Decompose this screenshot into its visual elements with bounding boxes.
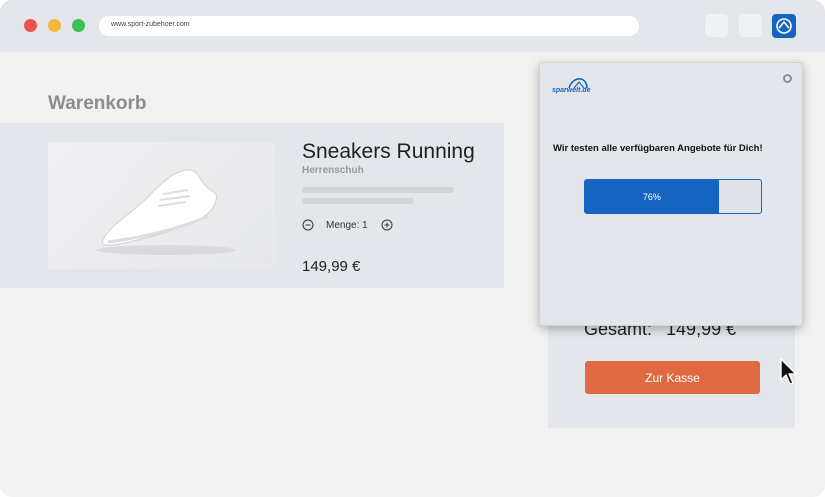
product-subtitle: Herrenschuh	[302, 165, 364, 176]
product-name[interactable]: Sneakers Running	[302, 140, 475, 164]
placeholder-line	[302, 187, 454, 193]
progress-bar: 76%	[584, 179, 762, 214]
close-window-button[interactable]	[24, 19, 37, 32]
page-title: Warenkorb	[48, 93, 147, 114]
minus-circle-icon[interactable]	[302, 219, 314, 231]
minimize-window-button[interactable]	[48, 19, 61, 32]
url-text: www.sport-zubehoer.com	[111, 21, 190, 28]
product-price: 149,99 €	[302, 258, 361, 275]
toolbar-button-2[interactable]	[739, 14, 762, 37]
quantity-label: Menge: 1	[326, 220, 368, 231]
extension-popup: sparwelt.de Wir testen alle verfügbaren …	[539, 62, 803, 326]
extension-button[interactable]	[772, 14, 796, 38]
browser-toolbar: www.sport-zubehoer.com	[0, 0, 825, 52]
browser-window: www.sport-zubehoer.com Warenkorb Sneaker…	[0, 0, 825, 497]
progress-label: 76%	[642, 191, 661, 202]
close-icon[interactable]	[783, 74, 792, 83]
plus-circle-icon[interactable]	[381, 219, 393, 231]
brand-name: sparwelt.de	[552, 87, 591, 94]
toolbar-button-1[interactable]	[705, 14, 728, 37]
mouse-cursor-icon	[780, 358, 797, 385]
sparwelt-logo-icon	[776, 18, 792, 34]
progress-fill: 76%	[585, 180, 719, 213]
sneaker-product-image	[48, 142, 275, 269]
address-bar[interactable]: www.sport-zubehoer.com	[99, 16, 639, 36]
checkout-button[interactable]: Zur Kasse	[585, 361, 760, 394]
popup-message: Wir testen alle verfügbaren Angebote für…	[553, 143, 763, 154]
sparwelt-logo: sparwelt.de	[552, 77, 602, 99]
placeholder-line	[302, 198, 414, 204]
maximize-window-button[interactable]	[72, 19, 85, 32]
